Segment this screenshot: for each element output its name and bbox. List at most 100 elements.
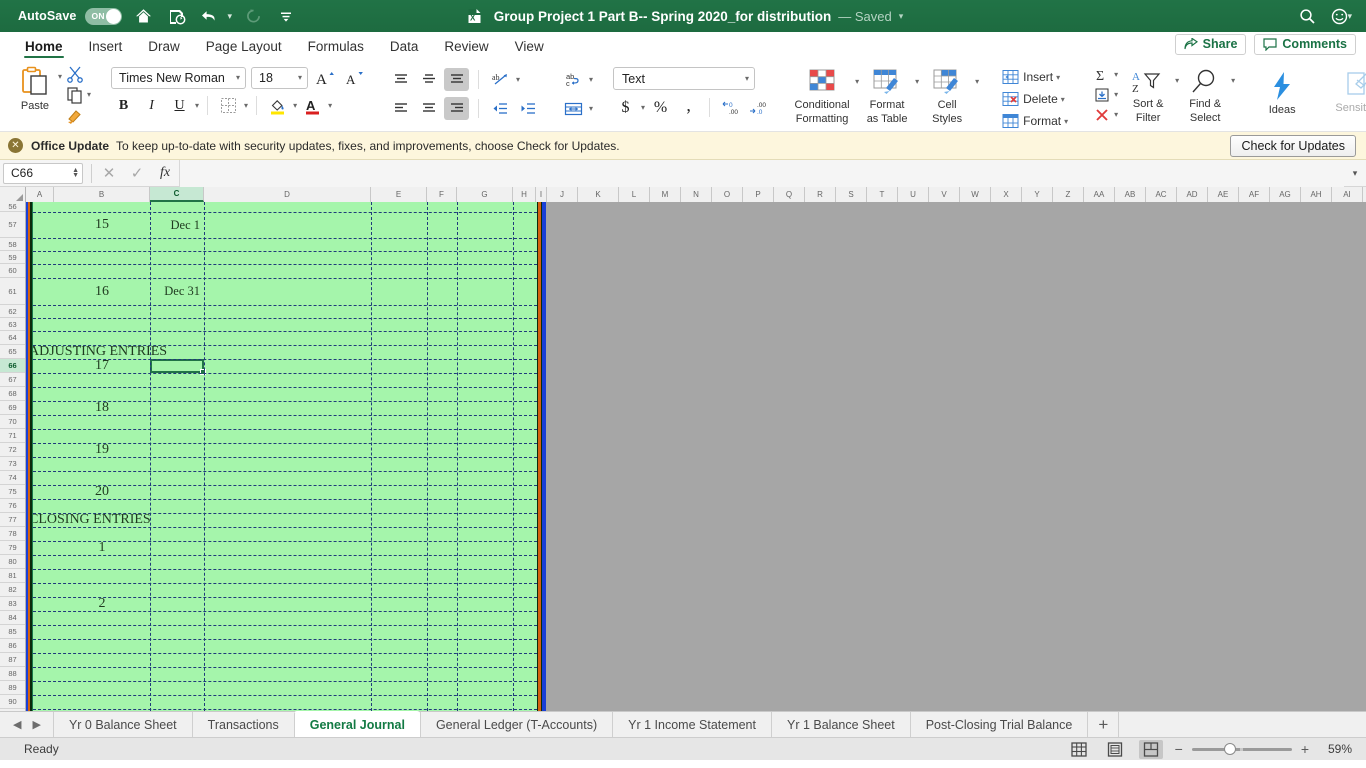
font-color-icon[interactable]: A (300, 94, 325, 117)
account-icon[interactable]: ▾ (1331, 4, 1352, 28)
font-size-select[interactable]: 18 ▾ (251, 66, 309, 89)
column-header-n[interactable]: N (681, 187, 712, 202)
column-header-x[interactable]: X (991, 187, 1022, 202)
row-header-76[interactable]: 76 (0, 499, 25, 513)
row-header-64[interactable]: 64 (0, 331, 25, 345)
sort-filter-button[interactable]: A Z Sort & Filter (1122, 65, 1174, 124)
number-format-select[interactable]: Text ▾ (613, 67, 756, 90)
copy-icon[interactable]: ▾ (66, 85, 91, 104)
row-header-65[interactable]: 65 (0, 345, 25, 359)
format-cells-caret-icon[interactable]: ▾ (1064, 117, 1068, 126)
select-all-corner[interactable] (0, 187, 26, 202)
column-header-v[interactable]: V (929, 187, 960, 202)
cell-styles-caret-icon[interactable]: ▾ (975, 77, 979, 86)
column-header-m[interactable]: M (650, 187, 681, 202)
search-icon[interactable] (1295, 4, 1319, 28)
comma-format-icon[interactable]: , (676, 96, 701, 119)
cell-styles-button[interactable]: Cell Styles (921, 64, 973, 125)
column-header-ah[interactable]: AH (1301, 187, 1332, 202)
account-caret-icon[interactable]: ▾ (1347, 11, 1352, 22)
redo-icon[interactable] (241, 4, 265, 28)
row-header-74[interactable]: 74 (0, 471, 25, 485)
row-header-80[interactable]: 80 (0, 555, 25, 569)
sheet-tab-transactions[interactable]: Transactions (191, 712, 294, 737)
fill-button[interactable]: ▾ (1091, 85, 1121, 104)
row-header-61[interactable]: 61 (0, 278, 25, 305)
document-menu-caret[interactable]: ▾ (899, 11, 904, 22)
row-header-57[interactable]: 57 (0, 212, 25, 238)
merge-center-caret-icon[interactable]: ▾ (589, 104, 593, 113)
tab-insert[interactable]: Insert (76, 39, 136, 59)
zoom-level-label[interactable]: 59% (1318, 742, 1352, 756)
zoom-slider[interactable] (1191, 743, 1292, 755)
increase-decimal-icon[interactable]: .00.0 (746, 96, 771, 119)
fill-color-icon[interactable] (265, 94, 290, 117)
column-header-q[interactable]: Q (774, 187, 805, 202)
tab-formulas[interactable]: Formulas (295, 39, 377, 59)
wrap-text-icon[interactable]: ab c (561, 68, 586, 91)
row-header-89[interactable]: 89 (0, 681, 25, 695)
row-header-56[interactable]: 56 (0, 202, 25, 212)
save-icon[interactable] (164, 4, 188, 28)
row-header-86[interactable]: 86 (0, 639, 25, 653)
column-header-r[interactable]: R (805, 187, 836, 202)
autosum-button[interactable]: Σ ▾ (1091, 65, 1121, 84)
row-header-88[interactable]: 88 (0, 667, 25, 681)
row-header-75[interactable]: 75 (0, 485, 25, 499)
row-header-79[interactable]: 79 (0, 541, 25, 555)
underline-button[interactable]: U (167, 94, 192, 117)
copy-dropdown-caret[interactable]: ▾ (87, 90, 91, 99)
normal-view-icon[interactable] (1067, 740, 1091, 759)
insert-cells-caret-icon[interactable]: ▾ (1056, 73, 1060, 82)
autosum-caret-icon[interactable]: ▾ (1114, 70, 1118, 79)
orientation-icon[interactable]: ab (488, 68, 513, 91)
column-header-d[interactable]: D (204, 187, 371, 202)
tab-draw[interactable]: Draw (135, 39, 193, 59)
column-header-z[interactable]: Z (1053, 187, 1084, 202)
column-header-af[interactable]: AF (1239, 187, 1270, 202)
row-header-72[interactable]: 72 (0, 443, 25, 457)
row-header-85[interactable]: 85 (0, 625, 25, 639)
zoom-knob[interactable] (1223, 743, 1236, 755)
align-top-icon[interactable] (388, 68, 413, 91)
column-header-ad[interactable]: AD (1177, 187, 1208, 202)
row-header-60[interactable]: 60 (0, 264, 25, 278)
column-header-c[interactable]: C (150, 187, 204, 202)
fill-color-caret-icon[interactable]: ▾ (293, 101, 297, 110)
prev-sheet-icon[interactable]: ◀ (13, 718, 21, 731)
row-header-59[interactable]: 59 (0, 251, 25, 264)
sheet-canvas[interactable]: 15 Dec 1 16 Dec 31 ADJUSTING ENTRIES 17 18 19 20… (26, 202, 1366, 711)
row-header-70[interactable]: 70 (0, 415, 25, 429)
sheet-tab-post-closing-trial-balance[interactable]: Post-Closing Trial Balance (909, 712, 1088, 737)
column-header-ai[interactable]: AI (1332, 187, 1363, 202)
column-header-k[interactable]: K (578, 187, 619, 202)
column-header-aa[interactable]: AA (1084, 187, 1115, 202)
sheet-tab-yr0-balance-sheet[interactable]: Yr 0 Balance Sheet (52, 712, 192, 737)
paste-button[interactable]: Paste (12, 61, 58, 112)
column-header-t[interactable]: T (867, 187, 898, 202)
row-header-84[interactable]: 84 (0, 611, 25, 625)
cancel-icon[interactable]: ✕ (95, 164, 123, 182)
tab-data[interactable]: Data (377, 39, 432, 59)
row-header-82[interactable]: 82 (0, 583, 25, 597)
column-header-ac[interactable]: AC (1146, 187, 1177, 202)
row-header-71[interactable]: 71 (0, 429, 25, 443)
page-layout-view-icon[interactable] (1103, 740, 1127, 759)
row-header-77[interactable]: 77 (0, 513, 25, 527)
percent-format-icon[interactable]: % (648, 96, 673, 119)
currency-caret-icon[interactable]: ▾ (641, 103, 645, 112)
row-header-81[interactable]: 81 (0, 569, 25, 583)
decrease-indent-icon[interactable] (488, 97, 513, 120)
zoom-out-button[interactable]: − (1175, 742, 1183, 756)
share-button[interactable]: Share (1174, 34, 1247, 55)
decrease-font-size-icon[interactable]: A (343, 66, 368, 89)
confirm-icon[interactable]: ✓ (123, 164, 151, 182)
row-header-78[interactable]: 78 (0, 527, 25, 541)
sheet-tab-yr1-income-statement[interactable]: Yr 1 Income Statement (612, 712, 771, 737)
column-header-y[interactable]: Y (1022, 187, 1053, 202)
row-header-68[interactable]: 68 (0, 387, 25, 401)
merge-center-icon[interactable] (561, 97, 586, 120)
sensitivity-button[interactable]: Sensitivity (1329, 67, 1366, 114)
bold-button[interactable]: B (111, 94, 136, 117)
column-header-o[interactable]: O (712, 187, 743, 202)
